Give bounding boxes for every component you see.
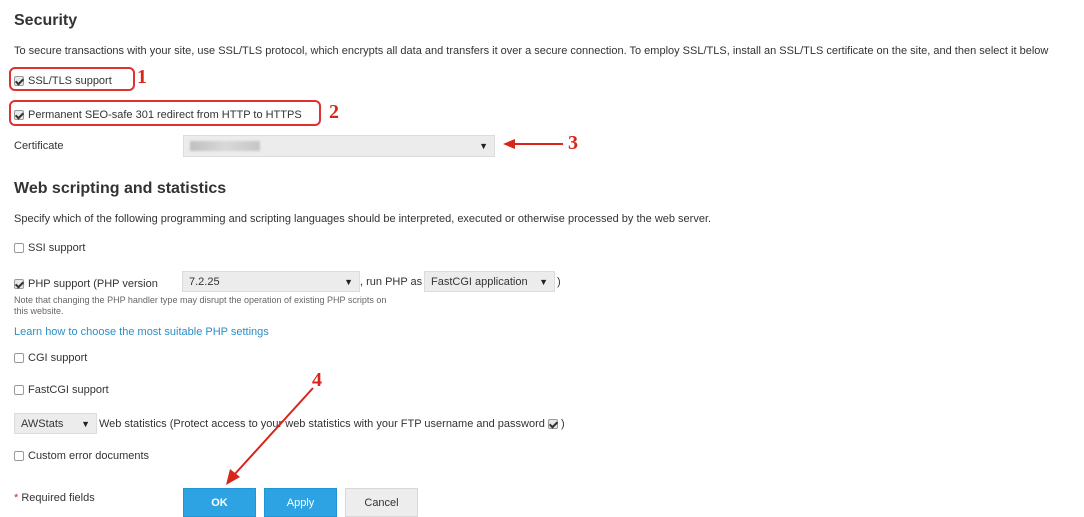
web-statistics-select[interactable]: AWStats ▼ bbox=[14, 413, 97, 434]
php-support-row[interactable]: PHP support (PHP version bbox=[14, 276, 158, 290]
custom-errors-label: Custom error documents bbox=[28, 449, 150, 462]
chevron-down-icon: ▼ bbox=[344, 276, 353, 287]
annotation-arrow-3 bbox=[503, 139, 563, 149]
security-description: To secure transactions with your site, u… bbox=[14, 45, 1049, 57]
required-fields-note: * Required fields bbox=[14, 492, 95, 504]
web-scripting-description: Specify which of the following programmi… bbox=[14, 213, 712, 225]
chevron-down-icon: ▼ bbox=[539, 276, 548, 287]
annotation-arrow-4 bbox=[226, 387, 314, 485]
protect-statistics-checkbox[interactable] bbox=[547, 419, 558, 430]
web-statistics-label: Web statistics (Protect access to your w… bbox=[99, 418, 565, 430]
cgi-support-label: CGI support bbox=[28, 351, 88, 364]
fastcgi-support-checkbox[interactable] bbox=[14, 384, 24, 395]
custom-errors-row[interactable]: Custom error documents bbox=[14, 448, 149, 462]
https-redirect-row[interactable]: Permanent SEO-safe 301 redirect from HTT… bbox=[14, 107, 302, 121]
chevron-down-icon: ▼ bbox=[81, 418, 90, 429]
php-version-select[interactable]: 7.2.25 ▼ bbox=[182, 271, 360, 292]
php-settings-link[interactable]: Learn how to choose the most suitable PH… bbox=[14, 326, 269, 338]
php-handler-note: Note that changing the PHP handler type … bbox=[14, 295, 387, 316]
ssl-support-label: SSL/TLS support bbox=[28, 74, 112, 87]
apply-button[interactable]: Apply bbox=[264, 488, 337, 517]
security-heading: Security bbox=[14, 12, 78, 29]
ssi-support-row[interactable]: SSI support bbox=[14, 240, 85, 254]
run-php-as-label: , run PHP as bbox=[360, 276, 423, 288]
ssl-support-row[interactable]: SSL/TLS support bbox=[14, 73, 112, 87]
https-redirect-checkbox[interactable] bbox=[14, 109, 24, 120]
certificate-label: Certificate bbox=[14, 140, 64, 152]
ssi-support-checkbox[interactable] bbox=[14, 242, 24, 253]
annotation-number-4: 4 bbox=[312, 369, 322, 391]
cgi-support-row[interactable]: CGI support bbox=[14, 350, 87, 364]
cgi-support-checkbox[interactable] bbox=[14, 352, 24, 363]
php-handler-close: ) bbox=[557, 276, 561, 288]
ok-button[interactable]: OK bbox=[183, 488, 256, 517]
annotation-number-2: 2 bbox=[329, 101, 339, 123]
web-scripting-heading: Web scripting and statistics bbox=[14, 180, 227, 197]
ssi-support-label: SSI support bbox=[28, 241, 86, 254]
php-support-checkbox[interactable] bbox=[14, 278, 24, 289]
fastcgi-support-row[interactable]: FastCGI support bbox=[14, 382, 109, 396]
https-redirect-label: Permanent SEO-safe 301 redirect from HTT… bbox=[28, 108, 302, 121]
php-handler-select[interactable]: FastCGI application ▼ bbox=[424, 271, 555, 292]
annotation-number-3: 3 bbox=[568, 132, 578, 154]
certificate-select[interactable]: ▼ bbox=[183, 135, 495, 157]
ssl-support-checkbox[interactable] bbox=[14, 75, 24, 86]
php-support-label: PHP support (PHP version bbox=[28, 277, 158, 290]
cancel-button[interactable]: Cancel bbox=[345, 488, 418, 517]
fastcgi-support-label: FastCGI support bbox=[28, 383, 109, 396]
certificate-value-redacted bbox=[190, 141, 260, 151]
custom-errors-checkbox[interactable] bbox=[14, 450, 24, 461]
chevron-down-icon: ▼ bbox=[479, 141, 488, 151]
annotation-number-1: 1 bbox=[137, 66, 147, 88]
